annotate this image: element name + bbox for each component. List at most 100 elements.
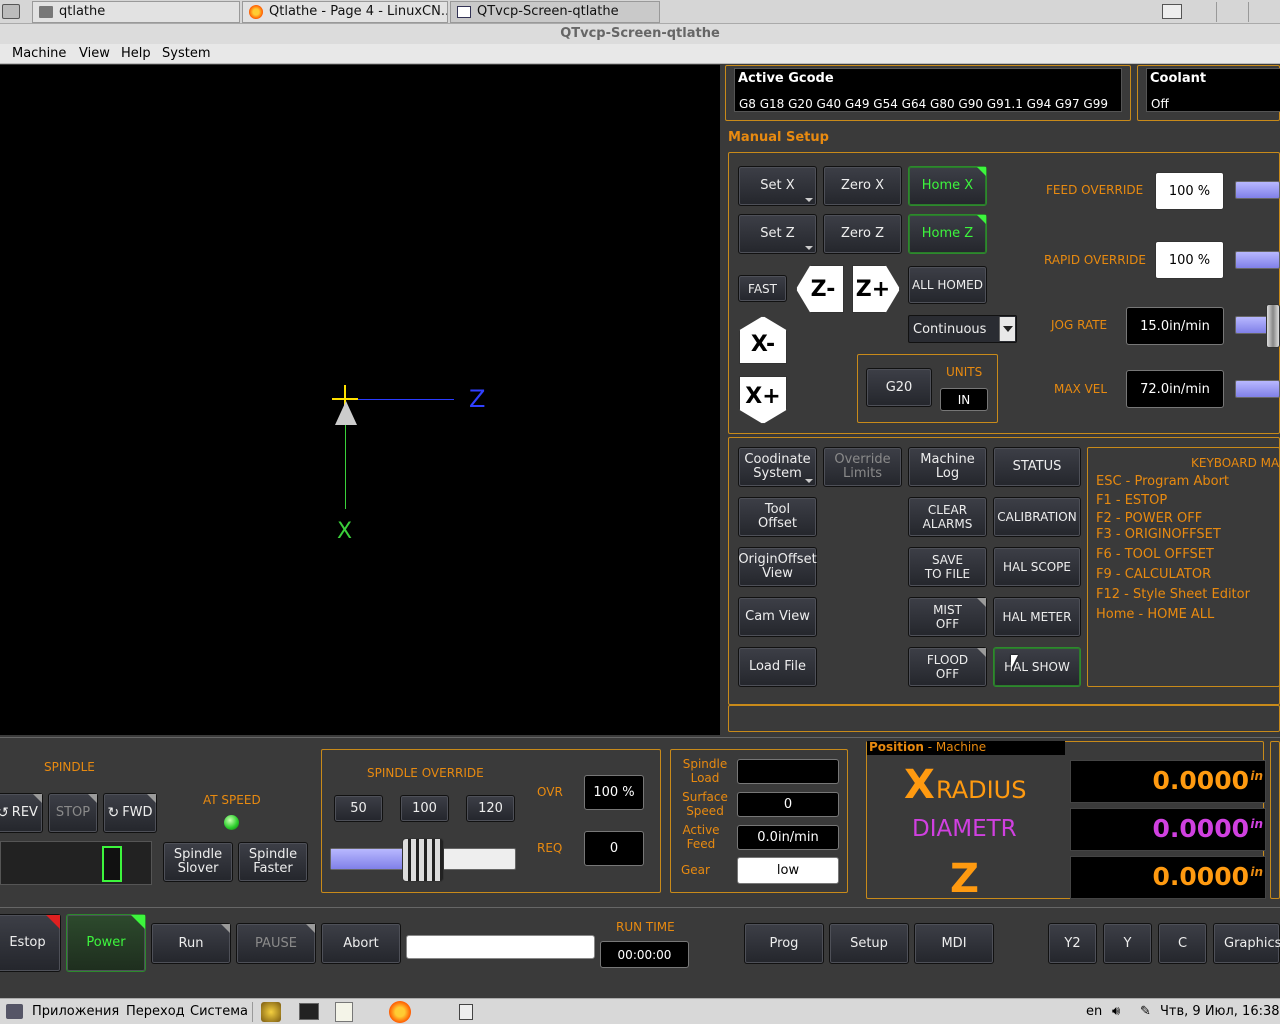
app-menu-icon[interactable] (6, 1004, 23, 1019)
hal-scope-button[interactable]: HAL SCOPE (993, 547, 1081, 587)
run-button[interactable]: Run (151, 923, 231, 964)
keyboard-map-item: F1 - ESTOP (1096, 493, 1168, 508)
button-label: ALARMS (922, 517, 973, 531)
active-gcode-panel: Active Gcode G8 G18 G20 G40 G49 G54 G64 … (725, 65, 1131, 121)
active-gcode-value: G8 G18 G20 G40 G49 G54 G64 G80 G90 G91.1… (739, 97, 1108, 111)
button-label: Home X (921, 178, 974, 193)
keyboard-layout-indicator[interactable]: en (1086, 1004, 1102, 1019)
spindle-preset-100-button[interactable]: 100 (400, 795, 449, 822)
mist-off-button[interactable]: MIST OFF (908, 597, 987, 637)
status-indicator-icon (977, 167, 986, 176)
clock[interactable]: Чтв, 9 Июл, 16:38 (1160, 1004, 1280, 1019)
jog-mode-select[interactable]: Continuous (908, 315, 1017, 343)
dropdown-button[interactable] (999, 317, 1015, 341)
tab-qtlathe[interactable]: qtlathe (32, 1, 240, 23)
desktop-icon[interactable] (2, 4, 20, 19)
linuxcnc-launcher-icon[interactable] (261, 1002, 281, 1022)
menu-system[interactable]: System (162, 46, 210, 61)
position-title: Position (869, 740, 924, 754)
volume-icon[interactable]: 🔊︎ (1112, 1004, 1120, 1019)
coordinate-system-button[interactable]: Coodinate System (738, 447, 817, 487)
applications-menu[interactable]: Приложения (32, 1004, 119, 1019)
button-label: STOP (55, 805, 91, 820)
all-homed-button[interactable]: ALL HOMED (908, 266, 987, 304)
button-label: Limits (843, 466, 882, 481)
spindle-faster-button[interactable]: Spindle Faster (238, 842, 308, 882)
abort-button[interactable]: Abort (321, 923, 401, 964)
max-vel-slider[interactable] (1235, 380, 1280, 398)
network-icon[interactable]: ✎ (1140, 1004, 1151, 1019)
button-label: Graphics (1224, 935, 1280, 951)
hal-meter-button[interactable]: HAL METER (993, 597, 1081, 637)
bottom-separator (0, 737, 1280, 738)
c-button[interactable]: C (1158, 923, 1207, 964)
tab-qtvcp-screen[interactable]: QTvcp-Screen-qtlathe (450, 1, 660, 23)
rapid-override-slider[interactable] (1235, 251, 1280, 269)
override-limits-button[interactable]: Override Limits (823, 447, 902, 487)
feed-override-value: 100 % (1155, 172, 1224, 210)
setup-tab-button[interactable]: Setup (829, 923, 909, 964)
spindle-override-handle[interactable] (402, 838, 444, 882)
prog-tab-button[interactable]: Prog (744, 923, 824, 964)
window-switcher-icon[interactable] (459, 1004, 473, 1020)
graphics-tab-button[interactable]: Graphics (1213, 923, 1280, 964)
run-time-value: 00:00:00 (600, 941, 689, 968)
machine-log-button[interactable]: Machine Log (908, 447, 987, 487)
set-z-button[interactable]: Set Z (738, 214, 817, 254)
fast-button[interactable]: FAST (738, 275, 787, 302)
clear-alarms-button[interactable]: CLEAR ALARMS (908, 497, 987, 537)
origin-offset-view-button[interactable]: OriginOffset View (738, 547, 817, 587)
button-label: HAL METER (1002, 610, 1072, 624)
save-to-file-button[interactable]: SAVE TO FILE (908, 547, 987, 587)
jog-rate-slider-handle[interactable] (1266, 304, 1280, 348)
tab-label: qtlathe (59, 4, 106, 19)
cam-view-button[interactable]: Cam View (738, 597, 817, 637)
button-label: STATUS (1012, 459, 1062, 474)
load-file-button[interactable]: Load File (738, 647, 817, 687)
menu-machine[interactable]: Machine (12, 46, 66, 61)
hal-show-button[interactable]: HAL SHOW (993, 647, 1081, 687)
pause-button[interactable]: PAUSE (236, 923, 316, 964)
firefox-launcher-icon[interactable] (389, 1001, 411, 1023)
status-button[interactable]: STATUS (993, 447, 1081, 487)
spindle-slider-handle[interactable] (102, 846, 122, 882)
spindle-rev-button[interactable]: ↺ REV (0, 793, 43, 833)
power-button[interactable]: Power (66, 914, 146, 972)
button-label: FAST (748, 281, 777, 296)
go-menu[interactable]: Переход (126, 1004, 185, 1019)
rotate-ccw-icon: ↺ (0, 805, 9, 821)
flood-off-button[interactable]: FLOOD OFF (908, 647, 987, 687)
spindle-preset-50-button[interactable]: 50 (334, 795, 383, 822)
spindle-stop-button[interactable]: STOP (48, 793, 98, 833)
button-label: OFF (935, 667, 960, 681)
calibration-button[interactable]: CALIBRATION (993, 497, 1081, 537)
tab-linuxcnc-forum[interactable]: Qtlathe - Page 4 - LinuxCN... (242, 1, 448, 23)
home-z-button[interactable]: Home Z (908, 214, 987, 254)
z-axis-label: Z (469, 385, 486, 413)
tool-offset-button[interactable]: Tool Offset (738, 497, 817, 537)
system-menu[interactable]: Система (190, 1004, 248, 1019)
graphics-view[interactable]: Z X (0, 65, 720, 735)
menu-help[interactable]: Help (121, 46, 151, 61)
spindle-speed-slider[interactable] (0, 841, 152, 885)
y-button[interactable]: Y (1103, 923, 1152, 964)
window-list-icon[interactable] (1162, 4, 1182, 19)
terminal-launcher-icon[interactable] (299, 1003, 319, 1020)
home-x-button[interactable]: Home X (908, 166, 987, 206)
feed-override-slider[interactable] (1235, 181, 1280, 199)
mdi-tab-button[interactable]: MDI (914, 923, 994, 964)
g20-button[interactable]: G20 (866, 368, 932, 407)
text-editor-launcher-icon[interactable] (335, 1002, 353, 1022)
spindle-slower-button[interactable]: Spindle Slover (163, 842, 233, 882)
jog-rate-slider[interactable] (1235, 316, 1269, 334)
spindle-fwd-button[interactable]: ↻ FWD (103, 793, 157, 833)
spindle-preset-120-button[interactable]: 120 (466, 795, 515, 822)
status-indicator-icon (221, 924, 230, 933)
menu-view[interactable]: View (79, 46, 110, 61)
zero-z-button[interactable]: Zero Z (823, 214, 902, 254)
y2-button[interactable]: Y2 (1048, 923, 1097, 964)
estop-button[interactable]: Estop (0, 914, 61, 972)
set-x-button[interactable]: Set X (738, 166, 817, 206)
zero-x-button[interactable]: Zero X (823, 166, 902, 206)
at-speed-label: AT SPEED (203, 793, 261, 807)
